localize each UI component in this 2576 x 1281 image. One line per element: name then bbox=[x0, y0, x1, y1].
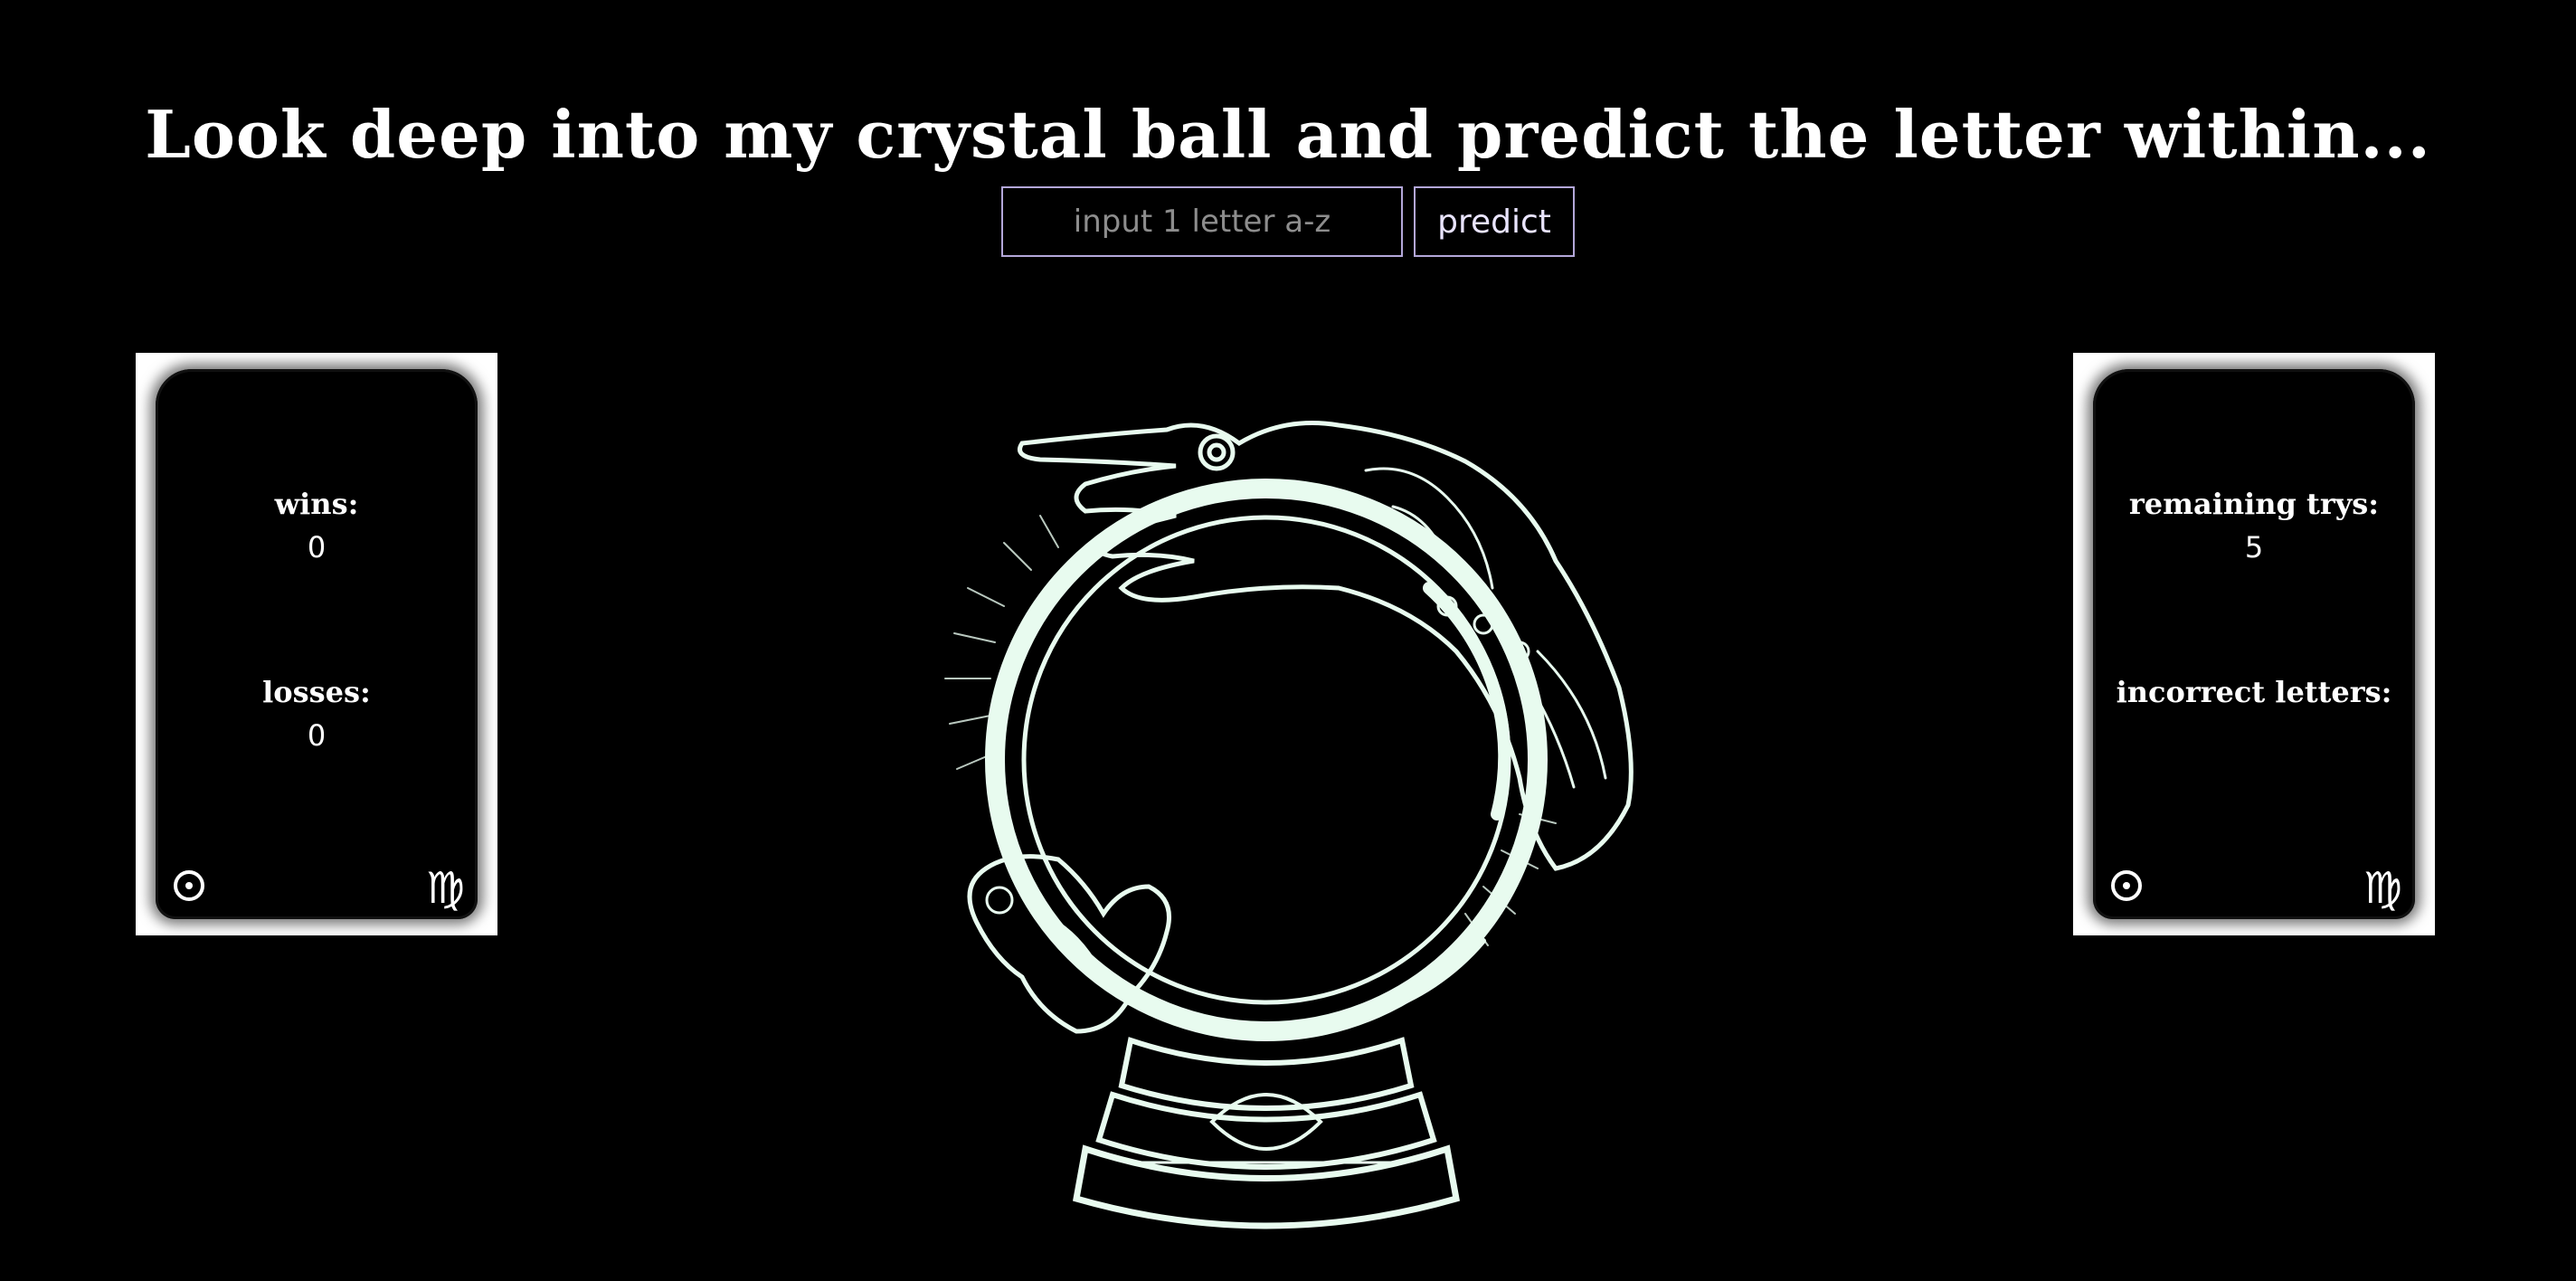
sun-icon bbox=[174, 870, 204, 901]
virgo-icon: ♍ bbox=[425, 863, 465, 914]
score-card: wins: 0 losses: 0 ♍ bbox=[136, 353, 497, 935]
remaining-tries-stat: remaining trys: 5 bbox=[2093, 487, 2415, 565]
status-card: remaining trys: 5 incorrect letters: ♍ bbox=[2073, 353, 2435, 935]
losses-label: losses: bbox=[262, 675, 371, 709]
page-title: Look deep into my crystal ball and predi… bbox=[145, 96, 2431, 174]
prediction-form: predict bbox=[0, 186, 2576, 257]
incorrect-letters-stat: incorrect letters: bbox=[2093, 675, 2415, 753]
letter-input[interactable] bbox=[1001, 186, 1403, 257]
crystal-ball-illustration bbox=[944, 421, 1634, 1229]
wins-value: 0 bbox=[307, 530, 327, 565]
remaining-tries-value: 5 bbox=[2244, 530, 2264, 565]
status-card-panel: remaining trys: 5 incorrect letters: ♍ bbox=[2093, 369, 2415, 919]
sun-icon bbox=[2111, 870, 2142, 901]
incorrect-letters-label: incorrect letters: bbox=[2116, 675, 2392, 709]
crystal-ball-outer-ring bbox=[985, 479, 1548, 1041]
crystal-ball-stand bbox=[1072, 1037, 1461, 1229]
losses-value: 0 bbox=[307, 718, 327, 753]
losses-stat: losses: 0 bbox=[156, 675, 478, 753]
predict-button[interactable]: predict bbox=[1414, 186, 1575, 257]
incorrect-letters-value bbox=[2093, 718, 2415, 753]
virgo-icon: ♍ bbox=[2363, 863, 2402, 914]
wins-stat: wins: 0 bbox=[156, 487, 478, 565]
remaining-tries-label: remaining trys: bbox=[2128, 487, 2380, 521]
score-card-panel: wins: 0 losses: 0 ♍ bbox=[156, 369, 478, 919]
wins-label: wins: bbox=[274, 487, 359, 521]
